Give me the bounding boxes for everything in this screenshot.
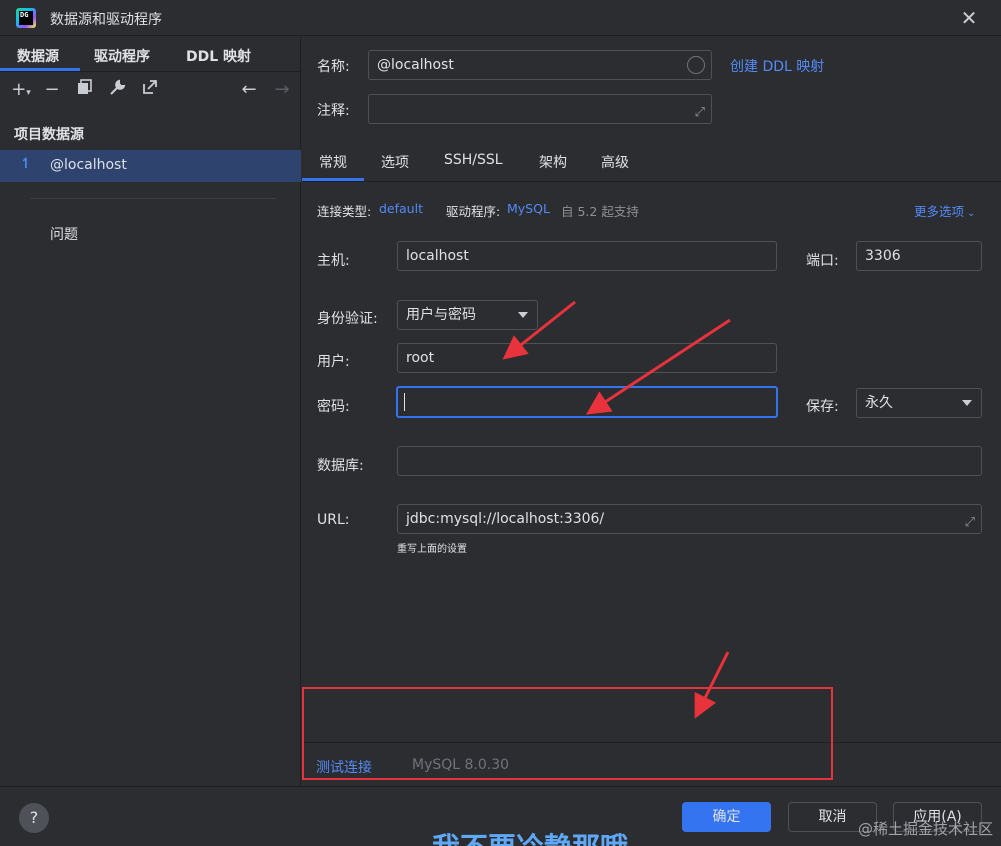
duplicate-icon[interactable] (74, 79, 96, 101)
annotation-highlight-box (302, 687, 833, 780)
name-label: 名称: (317, 59, 350, 75)
auth-label: 身份验证: (317, 311, 378, 327)
tab-ssh-ssl[interactable]: SSH/SSL (444, 152, 503, 168)
tab-schemas[interactable]: 架构 (539, 152, 567, 172)
divider (0, 71, 301, 72)
add-icon[interactable]: +▾ (10, 79, 32, 101)
connection-type-label: 连接类型: (317, 204, 372, 219)
url-hint: 重写上面的设置 (397, 544, 467, 555)
close-icon[interactable]: ✕ (959, 8, 979, 28)
title-bar: DG 数据源和驱动程序 ✕ (0, 0, 1001, 36)
left-toolbar: +▾ − ← → (0, 77, 301, 107)
remove-icon[interactable]: − (41, 79, 63, 101)
datagrip-app-icon: DG (16, 8, 36, 28)
tab-ddl-mappings[interactable]: DDL 映射 (186, 46, 251, 66)
connection-type-link[interactable]: default (379, 201, 423, 216)
host-input[interactable]: localhost (397, 241, 777, 271)
user-label: 用户: (317, 354, 350, 370)
port-label: 端口: (806, 253, 839, 269)
color-circle-icon[interactable] (687, 56, 705, 74)
divider (30, 198, 276, 199)
back-arrow-icon[interactable]: ← (238, 79, 260, 101)
left-panel: 数据源 驱动程序 DDL 映射 +▾ − ← → 项目数据源 ↿ @localh… (0, 37, 301, 786)
watermark: @稀土掘金技术社区 (857, 820, 993, 838)
auth-select[interactable]: 用户与密码 (397, 300, 538, 330)
url-label: URL: (317, 512, 350, 528)
driver-label: 驱动程序: (446, 204, 501, 219)
chevron-down-icon: ⌄ (967, 208, 976, 219)
more-options-link[interactable]: 更多选项 ⌄ (914, 201, 975, 220)
wrench-icon[interactable] (106, 79, 128, 101)
dropdown-arrow-icon (518, 312, 528, 318)
dropdown-arrow-icon (962, 400, 972, 406)
tab-options[interactable]: 选项 (381, 152, 409, 172)
save-select[interactable]: 永久 (856, 388, 982, 418)
tab-drivers[interactable]: 驱动程序 (94, 46, 150, 66)
comment-input[interactable]: ⤢ (368, 94, 712, 124)
comment-label: 注释: (317, 103, 350, 119)
expand-icon[interactable]: ⤢ (695, 99, 705, 123)
save-label: 保存: (806, 399, 839, 415)
ok-button[interactable]: 确定 (682, 802, 771, 832)
mysql-icon: ↿ (20, 156, 32, 172)
driver-link[interactable]: MySQL (507, 201, 550, 216)
datasource-label: @localhost (50, 157, 127, 173)
project-data-sources-header: 项目数据源 (14, 127, 84, 143)
tab-advanced[interactable]: 高级 (601, 152, 629, 172)
user-input[interactable]: root (397, 343, 777, 373)
driver-note: 自 5.2 起支持 (561, 204, 639, 219)
left-tabs: 数据源 驱动程序 DDL 映射 (0, 37, 301, 72)
problems-item[interactable]: 问题 (50, 224, 78, 244)
password-input[interactable] (396, 386, 778, 418)
host-label: 主机: (317, 253, 350, 269)
help-icon[interactable]: ? (19, 803, 49, 833)
forward-arrow-icon[interactable]: → (271, 79, 293, 101)
database-label: 数据库: (317, 458, 364, 474)
port-input[interactable]: 3306 (856, 241, 982, 271)
database-input[interactable] (397, 446, 982, 476)
create-ddl-mapping-link[interactable]: 创建 DDL 映射 (730, 56, 824, 76)
expand-icon[interactable]: ⤢ (965, 509, 975, 533)
window-title: 数据源和驱动程序 (50, 12, 162, 28)
video-subtitle: 我不要冷静那哦 (432, 826, 628, 846)
open-external-icon[interactable] (139, 79, 161, 101)
tab-data-sources[interactable]: 数据源 (17, 46, 59, 66)
divider (302, 181, 1001, 182)
tab-general[interactable]: 常规 (319, 152, 347, 172)
text-cursor (404, 393, 405, 411)
url-input[interactable]: jdbc:mysql://localhost:3306/ ⤢ (397, 504, 982, 534)
datasource-item-localhost[interactable]: ↿ @localhost (0, 150, 301, 182)
password-label: 密码: (317, 399, 350, 415)
name-input[interactable]: @localhost (368, 50, 712, 80)
datasource-settings-panel: 名称: @localhost 创建 DDL 映射 注释: ⤢ 常规 选项 SSH… (302, 37, 1001, 786)
